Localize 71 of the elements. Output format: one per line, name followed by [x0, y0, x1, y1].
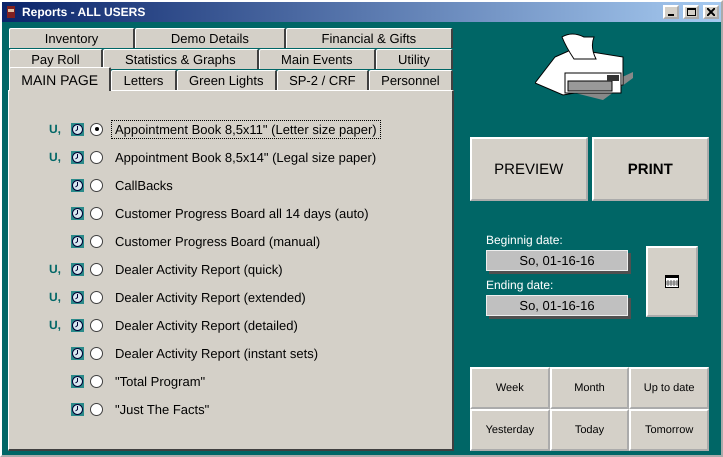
user-marker: U,: [49, 122, 62, 136]
range-button[interactable]: Up to date: [629, 367, 709, 409]
date-field[interactable]: So, 01-16-16: [486, 250, 628, 271]
range-button[interactable]: Month: [550, 367, 630, 409]
tab[interactable]: Financial & Gifts: [286, 28, 453, 48]
calendar-button[interactable]: [646, 246, 698, 317]
window-title: Reports - ALL USERS: [22, 5, 146, 19]
radio-button[interactable]: [90, 206, 103, 220]
radio-button[interactable]: [90, 374, 103, 388]
calendar-icon: [665, 275, 679, 288]
radio-button[interactable]: [90, 122, 103, 136]
clock-icon: [71, 150, 84, 164]
minimize-button[interactable]: [663, 5, 679, 19]
range-button[interactable]: Tomorrow: [629, 409, 709, 451]
date-label: Beginnig date:: [486, 233, 564, 247]
clock-icon: [71, 122, 84, 136]
tab[interactable]: Main Events: [258, 49, 376, 69]
clock-icon: [71, 346, 84, 360]
print-button[interactable]: PRINT: [592, 137, 709, 201]
close-button[interactable]: [703, 5, 719, 19]
clock-icon: [71, 234, 84, 248]
range-button[interactable]: Today: [550, 409, 630, 451]
tab[interactable]: Personnel: [368, 70, 454, 90]
date-label: Ending date:: [486, 278, 554, 292]
app-icon: [4, 5, 18, 19]
report-option[interactable]: Dealer Activity Report (detailed): [111, 316, 302, 334]
report-option[interactable]: Dealer Activity Report (quick): [111, 260, 287, 278]
clock-icon: [71, 318, 84, 332]
preview-button[interactable]: PREVIEW: [470, 137, 588, 201]
report-option[interactable]: Appointment Book 8,5x14" (Legal size paper): [111, 148, 380, 166]
range-button[interactable]: Week: [470, 367, 550, 409]
maximize-button[interactable]: [683, 5, 699, 19]
tab[interactable]: Letters: [111, 70, 177, 90]
radio-button[interactable]: [90, 290, 103, 304]
tab[interactable]: Pay Roll: [9, 49, 103, 69]
radio-button[interactable]: [90, 178, 103, 192]
range-button[interactable]: Yesterday: [470, 409, 550, 451]
radio-button[interactable]: [90, 402, 103, 416]
radio-button[interactable]: [90, 262, 103, 276]
tab[interactable]: Utility: [376, 49, 453, 69]
report-option[interactable]: Customer Progress Board (manual): [111, 232, 324, 250]
tab[interactable]: MAIN PAGE: [9, 67, 112, 91]
report-option[interactable]: "Just The Facts": [111, 400, 214, 418]
report-option[interactable]: CallBacks: [111, 176, 177, 194]
report-option[interactable]: Appointment Book 8,5x11" (Letter size paper): [111, 120, 381, 138]
user-marker: U,: [49, 262, 62, 276]
close-icon: [707, 8, 715, 16]
report-option[interactable]: Customer Progress Board all 14 days (auto): [111, 204, 373, 222]
clock-icon: [71, 290, 84, 304]
tab[interactable]: SP-2 / CRF: [276, 70, 369, 90]
radio-button[interactable]: [90, 234, 103, 248]
clock-icon: [71, 262, 84, 276]
clock-icon: [71, 178, 84, 192]
radio-button[interactable]: [90, 150, 103, 164]
tab[interactable]: Statistics & Graphs: [102, 49, 259, 69]
clock-icon: [71, 206, 84, 220]
user-marker: U,: [49, 290, 62, 304]
radio-button[interactable]: [90, 346, 103, 360]
radio-button[interactable]: [90, 318, 103, 332]
tab[interactable]: Green Lights: [176, 70, 277, 90]
tab[interactable]: Demo Details: [135, 28, 286, 48]
report-option[interactable]: Dealer Activity Report (extended): [111, 288, 310, 306]
tab[interactable]: Inventory: [9, 28, 136, 48]
report-option[interactable]: Dealer Activity Report (instant sets): [111, 344, 322, 362]
user-marker: U,: [49, 318, 62, 332]
clock-icon: [71, 374, 84, 388]
date-field[interactable]: So, 01-16-16: [486, 295, 628, 316]
report-option[interactable]: "Total Program": [111, 372, 210, 390]
user-marker: U,: [49, 150, 62, 164]
maximize-icon: [686, 8, 696, 16]
clock-icon: [71, 402, 84, 416]
